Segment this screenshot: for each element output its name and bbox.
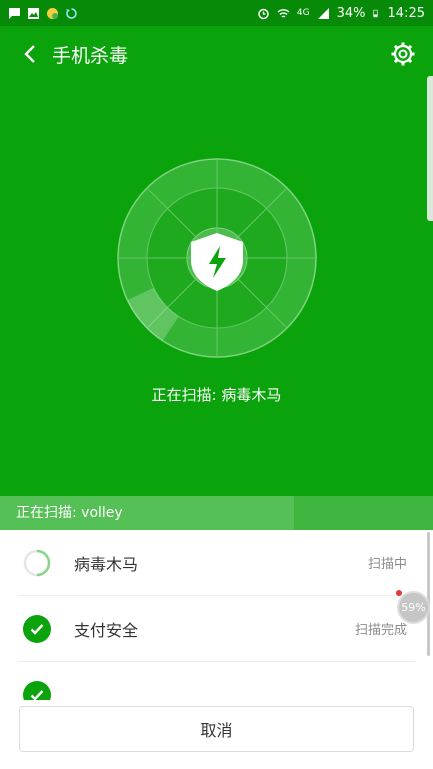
list-item-label: 病毒木马 bbox=[74, 554, 139, 574]
network-type: 4G bbox=[296, 8, 310, 18]
alarm-icon bbox=[258, 8, 269, 19]
check-circle-icon bbox=[23, 681, 51, 700]
gear-icon bbox=[391, 42, 415, 66]
page-title: 手机杀毒 bbox=[52, 44, 129, 67]
list-item-payment[interactable]: 支付安全 扫描完成 bbox=[18, 596, 415, 662]
list-item-status: 扫描中 bbox=[367, 557, 407, 572]
scan-progress-text: 正在扫描: volley bbox=[16, 505, 123, 521]
loading-spinner-icon bbox=[22, 548, 52, 578]
sync-icon bbox=[66, 7, 77, 19]
scan-progress-bar: 正在扫描: volley bbox=[0, 496, 433, 530]
scan-header-area: 手机杀毒 正在扫描: 病毒木马 bbox=[0, 26, 433, 496]
settings-button[interactable] bbox=[387, 38, 419, 70]
signal-icon bbox=[317, 7, 329, 19]
toolbar: 手机杀毒 bbox=[0, 26, 433, 82]
notification-dot bbox=[396, 590, 402, 596]
scan-radar bbox=[117, 158, 317, 358]
chevron-left-icon bbox=[24, 45, 35, 63]
scrollbar[interactable] bbox=[427, 532, 430, 656]
message-icon bbox=[9, 7, 20, 19]
back-button[interactable] bbox=[14, 38, 46, 70]
list-item-label: 支付安全 bbox=[74, 620, 139, 640]
wifi-icon bbox=[277, 8, 290, 18]
floating-memory-badge[interactable]: 59% bbox=[397, 591, 430, 624]
battery-percent: 34% bbox=[336, 5, 366, 21]
battery-icon bbox=[372, 9, 378, 17]
list-item-status: 扫描完成 bbox=[354, 623, 407, 638]
side-panel-handle[interactable] bbox=[427, 76, 433, 221]
cancel-button[interactable]: 取消 bbox=[19, 706, 414, 752]
check-circle-icon bbox=[23, 614, 51, 643]
status-bar: 4G 34% 14:25 bbox=[0, 0, 433, 26]
list-item-virus[interactable]: 病毒木马 扫描中 bbox=[18, 530, 415, 596]
scan-caption: 正在扫描: 病毒木马 bbox=[151, 386, 282, 404]
image-icon bbox=[28, 7, 39, 19]
list-item-partial[interactable] bbox=[18, 662, 415, 700]
app-icon bbox=[47, 7, 58, 19]
scan-item-list: 病毒木马 扫描中 支付安全 扫描完成 bbox=[0, 530, 433, 700]
footer: 取消 bbox=[0, 700, 433, 769]
clock: 14:25 bbox=[387, 5, 425, 21]
